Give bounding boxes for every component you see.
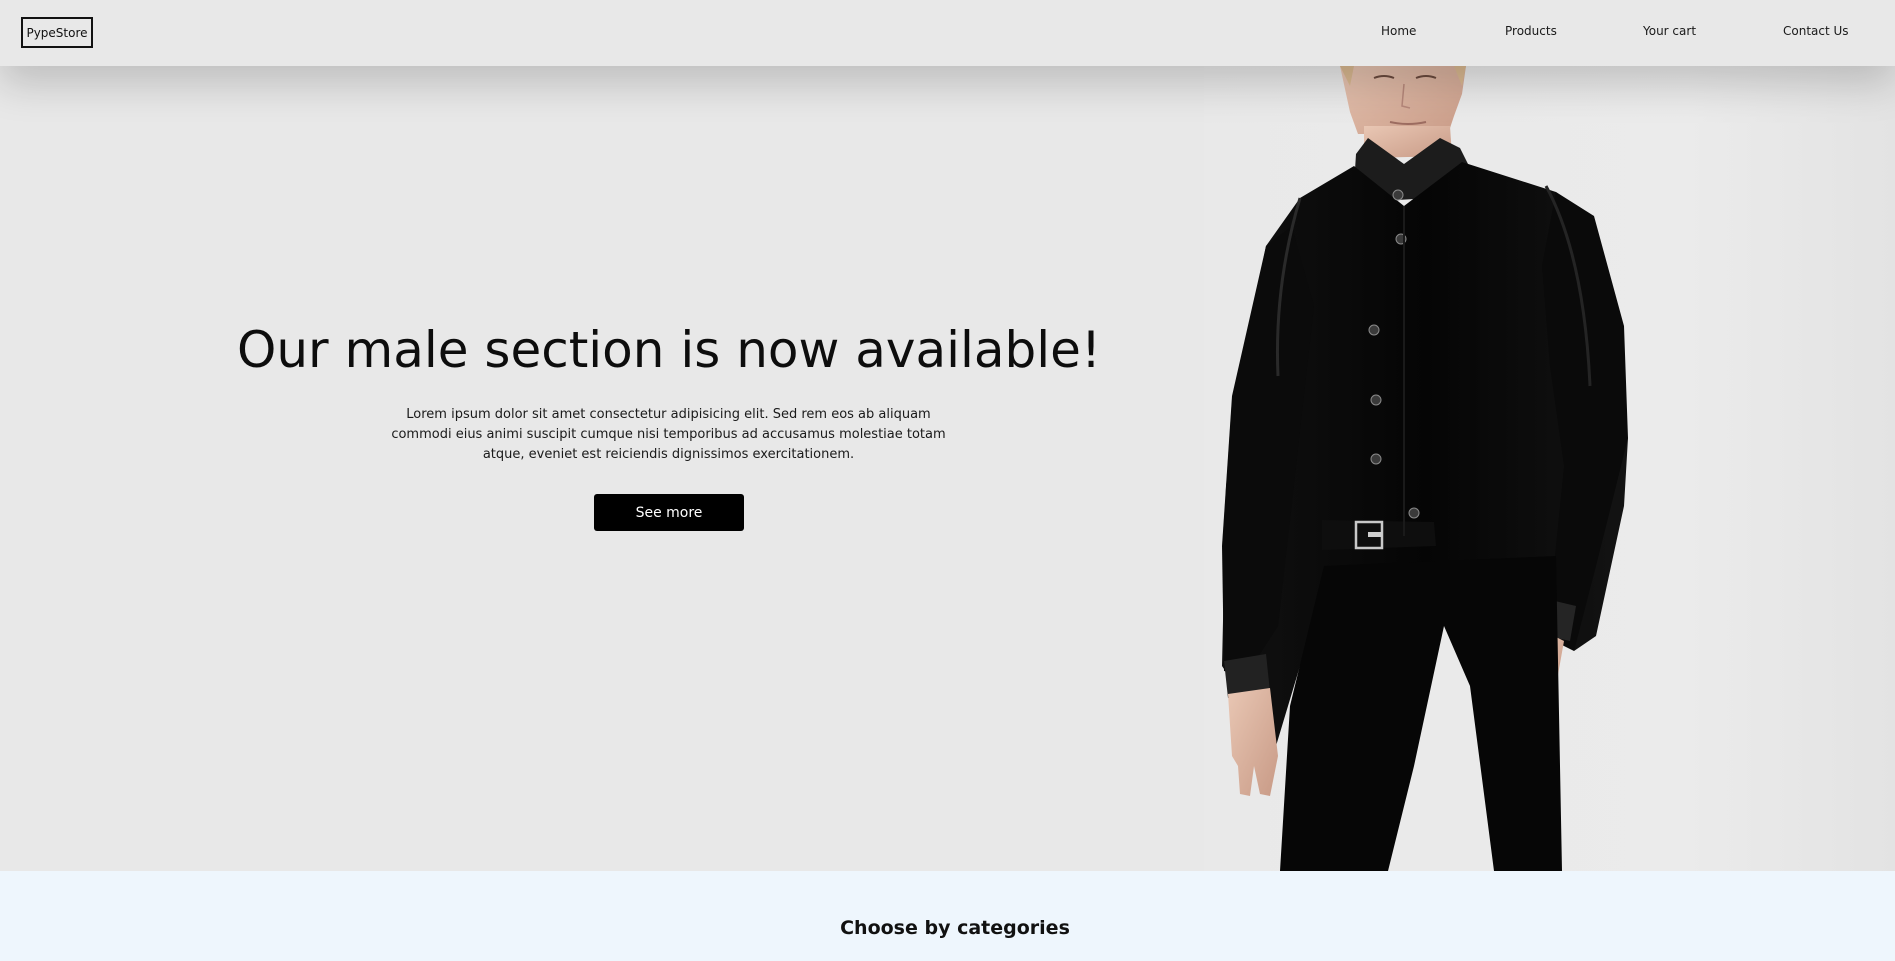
brand-logo-text: PypeStore [26, 25, 88, 40]
nav-link-contact[interactable]: Contact Us [1783, 24, 1849, 38]
nav-link-home[interactable]: Home [1381, 24, 1416, 38]
brand-logo[interactable]: PypeStore [21, 17, 93, 48]
hero-model-image [1222, 66, 1628, 871]
see-more-button[interactable]: See more [594, 494, 744, 531]
top-navbar: PypeStore Home Products Your cart Contac… [0, 0, 1895, 66]
nav-link-cart[interactable]: Your cart [1643, 24, 1696, 38]
categories-section: Choose by categories [0, 871, 1895, 961]
hero-description: Lorem ipsum dolor sit amet consectetur a… [391, 407, 946, 462]
nav-link-products[interactable]: Products [1505, 24, 1557, 38]
hero-section: Our male section is now available! Lorem… [0, 66, 1895, 871]
hero-title: Our male section is now available! [237, 321, 1101, 379]
categories-title: Choose by categories [840, 917, 1070, 939]
